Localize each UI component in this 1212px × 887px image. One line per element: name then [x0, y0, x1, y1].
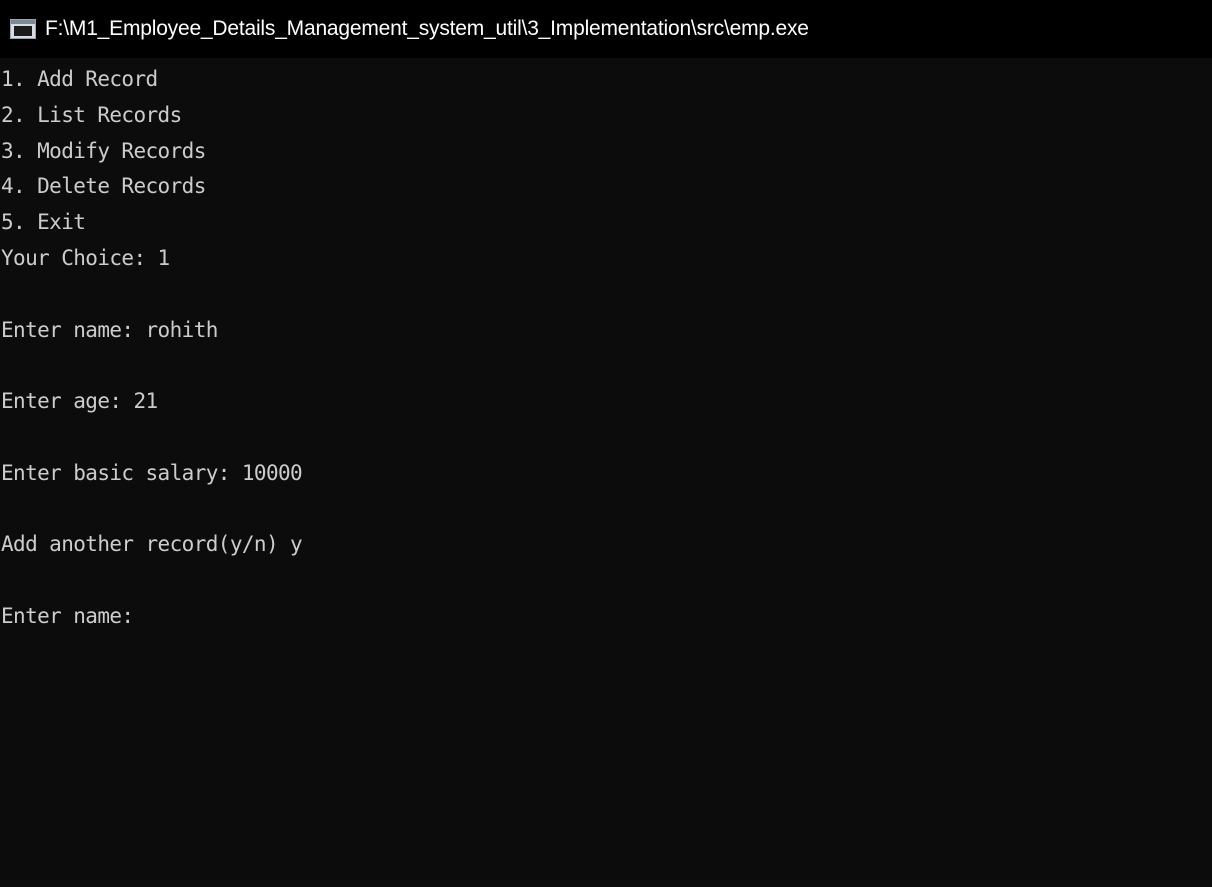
console-window-icon[interactable]: [10, 19, 36, 39]
salary-prompt: Enter basic salary: 10000: [1, 460, 303, 485]
menu-item-list-records: 2. List Records: [1, 102, 182, 127]
window-title: F:\M1_Employee_Details_Management_system…: [45, 17, 809, 40]
choice-prompt: Your Choice: 1: [1, 245, 170, 270]
menu-item-modify-records: 3. Modify Records: [1, 138, 206, 163]
console-window: F:\M1_Employee_Details_Management_system…: [0, 0, 1212, 887]
current-name-prompt[interactable]: Enter name:: [1, 599, 1212, 635]
name-prompt: Enter name: rohith: [1, 317, 218, 342]
menu-item-delete-records: 4. Delete Records: [1, 174, 206, 199]
menu-item-exit: 5. Exit: [1, 210, 86, 235]
age-prompt: Enter age: 21: [1, 389, 158, 414]
add-another-prompt: Add another record(y/n) y: [1, 532, 303, 557]
title-bar[interactable]: F:\M1_Employee_Details_Management_system…: [0, 0, 1212, 58]
console-output[interactable]: 1. Add Record 2. List Records 3. Modify …: [0, 58, 1212, 887]
menu-item-add-record: 1. Add Record: [1, 67, 158, 91]
